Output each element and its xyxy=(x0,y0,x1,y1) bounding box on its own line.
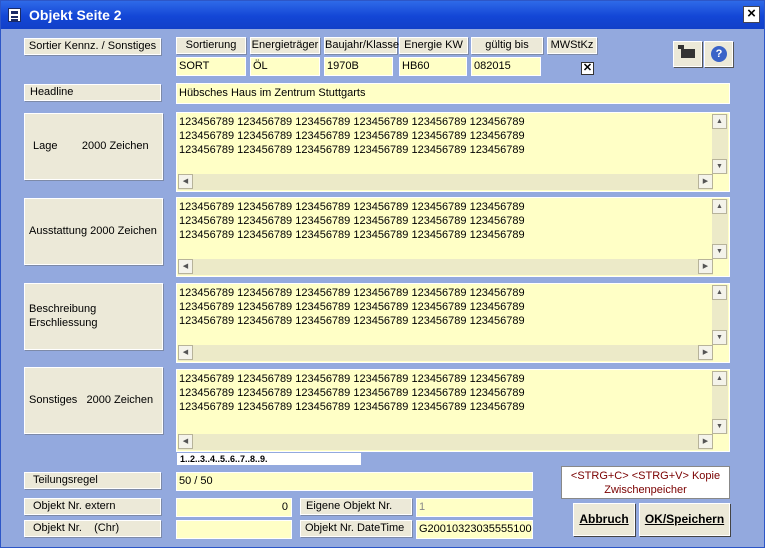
close-button[interactable]: × xyxy=(743,6,760,23)
ausstattung-textarea[interactable]: 123456789 123456789 123456789 123456789 … xyxy=(176,197,730,277)
help-icon: ? xyxy=(711,46,727,62)
scroll-down-icon[interactable]: ▼ xyxy=(712,330,727,345)
lage-vscroll[interactable]: ▲ ▼ xyxy=(712,114,728,174)
scroll-down-icon[interactable]: ▼ xyxy=(712,159,727,174)
scroll-right-icon[interactable]: ▶ xyxy=(698,174,713,189)
ausstattung-vscroll[interactable]: ▲ ▼ xyxy=(712,199,728,259)
ausstattung-hscroll[interactable]: ◀ ▶ xyxy=(178,259,713,275)
camera-icon xyxy=(678,45,695,58)
beschreibung-textarea[interactable]: 123456789 123456789 123456789 123456789 … xyxy=(176,283,730,363)
sort-label: Sortier Kennz. / Sonstiges xyxy=(24,38,161,55)
beschreibung-hscroll[interactable]: ◀ ▶ xyxy=(178,345,713,361)
scroll-right-icon[interactable]: ▶ xyxy=(698,434,713,449)
help-button[interactable]: ? xyxy=(704,41,733,67)
ausstattung-text: 123456789 123456789 123456789 123456789 … xyxy=(179,201,525,241)
form-icon xyxy=(8,8,21,22)
camera-button[interactable] xyxy=(673,41,702,67)
column-ruler: 1..2..3..4..5..6..7..8..9. xyxy=(177,453,361,465)
scroll-down-icon[interactable]: ▼ xyxy=(712,419,727,434)
header-energietraeger: Energieträger xyxy=(250,37,320,54)
teilungsregel-label: Teilungsregel xyxy=(24,472,161,489)
mwstkz-checkbox[interactable]: ✕ xyxy=(581,62,594,75)
objekt-datetime-label: Objekt Nr. DateTime xyxy=(300,520,412,537)
ok-save-button[interactable]: OK/Speichern xyxy=(639,503,730,536)
header-energie-kw: Energie KW xyxy=(399,37,468,54)
header-mwstkz: MWStKz xyxy=(547,37,597,54)
teilungsregel-input[interactable]: 50 / 50 xyxy=(176,472,533,491)
header-gueltig-bis: gültig bis xyxy=(471,37,543,54)
scroll-left-icon[interactable]: ◀ xyxy=(178,174,193,189)
sonstiges-text: 123456789 123456789 123456789 123456789 … xyxy=(179,373,525,413)
lage-label: Lage 2000 Zeichen xyxy=(24,113,163,180)
scroll-right-icon[interactable]: ▶ xyxy=(698,259,713,274)
header-baujahr: Baujahr/Klasse xyxy=(324,37,399,54)
energie-kw-input[interactable]: HB60 xyxy=(399,57,467,76)
window: Objekt Seite 2 × Sortier Kennz. / Sonsti… xyxy=(0,0,765,548)
sonstiges-textarea[interactable]: 123456789 123456789 123456789 123456789 … xyxy=(176,369,730,452)
objekt-chr-label: Objekt Nr. (Chr) xyxy=(24,520,161,537)
beschreibung-label: Beschreibung Erschliessung xyxy=(24,283,163,350)
sonstiges-label: Sonstiges 2000 Zeichen xyxy=(24,367,163,434)
eigene-objekt-label: Eigene Objekt Nr. xyxy=(300,498,412,515)
ausstattung-label: Ausstattung 2000 Zeichen xyxy=(24,198,163,265)
objekt-datetime-input[interactable]: G20010323035555100 xyxy=(416,520,533,539)
scroll-left-icon[interactable]: ◀ xyxy=(178,434,193,449)
header-sortierung: Sortierung xyxy=(176,37,246,54)
energietraeger-input[interactable]: ÖL xyxy=(250,57,320,76)
headline-label: Headline xyxy=(24,84,161,101)
beschreibung-text: 123456789 123456789 123456789 123456789 … xyxy=(179,287,525,327)
eigene-objekt-input[interactable]: 1 xyxy=(416,498,533,517)
title-bar: Objekt Seite 2 × xyxy=(1,1,764,29)
scroll-down-icon[interactable]: ▼ xyxy=(712,244,727,259)
scroll-up-icon[interactable]: ▲ xyxy=(712,371,727,386)
cancel-button[interactable]: Abbruch xyxy=(573,503,635,536)
scroll-up-icon[interactable]: ▲ xyxy=(712,114,727,129)
baujahr-input[interactable]: 1970B xyxy=(324,57,393,76)
clipboard-hint: <STRG+C> <STRG+V> Kopie Zwischenpeicher xyxy=(561,466,730,499)
clipboard-hint-line1: <STRG+C> <STRG+V> Kopie xyxy=(570,470,721,482)
scroll-up-icon[interactable]: ▲ xyxy=(712,199,727,214)
lage-hscroll[interactable]: ◀ ▶ xyxy=(178,174,713,190)
headline-input[interactable]: Hübsches Haus im Zentrum Stuttgarts xyxy=(176,83,730,104)
objekt-extern-input[interactable]: 0 xyxy=(176,498,292,517)
lage-textarea[interactable]: 123456789 123456789 123456789 123456789 … xyxy=(176,112,730,192)
clipboard-hint-line2: Zwischenpeicher xyxy=(604,484,687,496)
sonstiges-hscroll[interactable]: ◀ ▶ xyxy=(178,434,713,450)
sonstiges-vscroll[interactable]: ▲ ▼ xyxy=(712,371,728,434)
scroll-left-icon[interactable]: ◀ xyxy=(178,345,193,360)
window-title: Objekt Seite 2 xyxy=(29,7,122,23)
scroll-left-icon[interactable]: ◀ xyxy=(178,259,193,274)
objekt-extern-label: Objekt Nr. extern xyxy=(24,498,161,515)
gueltig-bis-input[interactable]: 082015 xyxy=(471,57,541,76)
scroll-up-icon[interactable]: ▲ xyxy=(712,285,727,300)
sortierung-input[interactable]: SORT xyxy=(176,57,246,76)
objekt-chr-input[interactable] xyxy=(176,520,292,539)
lage-text: 123456789 123456789 123456789 123456789 … xyxy=(179,116,525,156)
scroll-right-icon[interactable]: ▶ xyxy=(698,345,713,360)
beschreibung-vscroll[interactable]: ▲ ▼ xyxy=(712,285,728,345)
